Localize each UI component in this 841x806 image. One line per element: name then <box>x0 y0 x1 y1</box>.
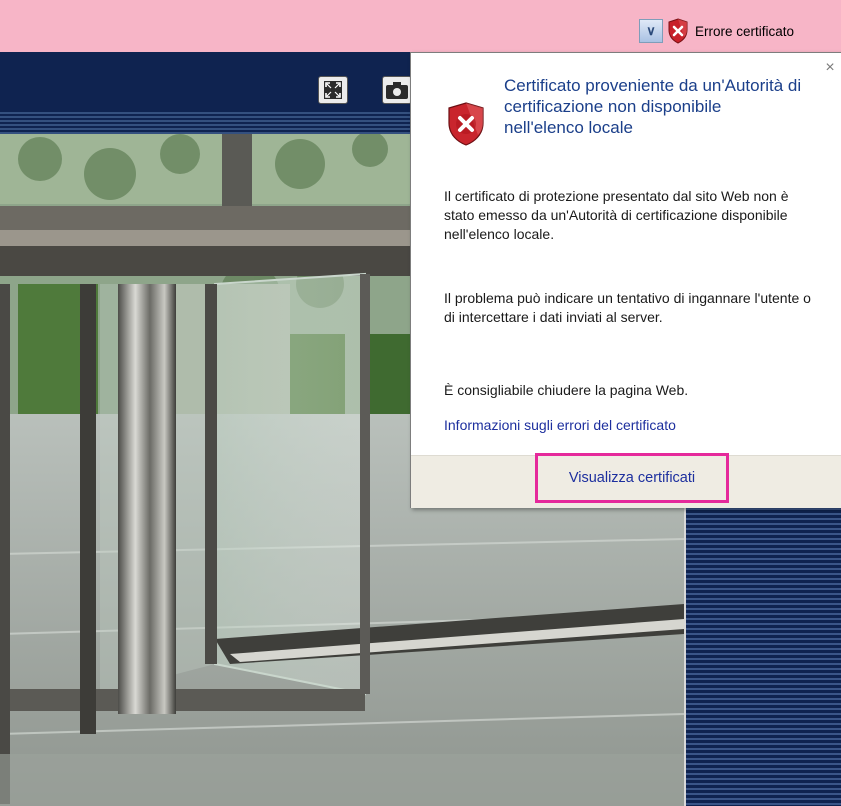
chevron-down-icon: ∨ <box>646 23 656 38</box>
certificate-error-button[interactable]: Errore certificato <box>667 12 841 50</box>
toolbar-stripes <box>0 110 430 134</box>
snapshot-button[interactable] <box>382 76 412 104</box>
certificate-error-label: Errore certificato <box>695 23 795 39</box>
fullscreen-icon <box>324 81 342 99</box>
side-panel <box>686 500 841 806</box>
shield-error-icon <box>668 18 688 44</box>
popup-paragraph-1: Il certificato di protezione presentato … <box>444 188 789 242</box>
address-bar: ∨ Errore certificato <box>0 0 841 52</box>
certificate-error-popup: × Certificato proveniente da un'Autorità… <box>410 52 841 508</box>
certificate-errors-info-link[interactable]: Informazioni sugli errori del certificat… <box>444 416 676 435</box>
fullscreen-button[interactable] <box>318 76 348 104</box>
popup-title: Certificato proveniente da un'Autorità d… <box>504 76 802 137</box>
view-certificates-button[interactable]: Visualizza certificati <box>535 453 729 503</box>
camera-icon <box>386 82 408 99</box>
viewer-toolbar <box>0 52 430 134</box>
popup-paragraph-3: È consigliabile chiudere la pagina Web. <box>444 382 689 398</box>
address-field[interactable] <box>0 14 620 38</box>
cert-dropdown-button[interactable]: ∨ <box>639 19 663 43</box>
popup-paragraph-2: Il problema può indicare un tentativo di… <box>444 290 811 325</box>
close-icon[interactable]: × <box>823 60 837 76</box>
shield-error-icon <box>448 102 484 146</box>
